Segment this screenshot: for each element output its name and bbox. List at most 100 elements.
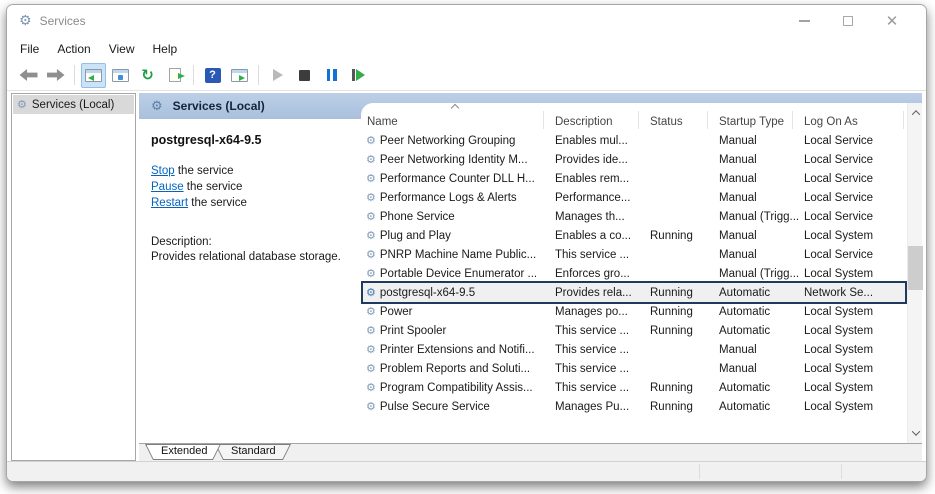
- service-name-cell: ⚙Program Compatibility Assis...: [361, 382, 549, 394]
- properties-button[interactable]: [108, 63, 133, 88]
- column-divider[interactable]: [707, 111, 708, 129]
- service-startup-cell: Automatic: [713, 306, 798, 318]
- restart-service-button[interactable]: [346, 63, 371, 88]
- table-row[interactable]: ⚙postgresql-x64-9.5 Provides rela... Run…: [361, 283, 907, 302]
- column-divider[interactable]: [903, 111, 904, 129]
- service-logon-cell: Local System: [798, 268, 907, 280]
- column-header-startup[interactable]: Startup Type: [713, 116, 784, 128]
- restart-service-link[interactable]: Restart: [151, 197, 188, 209]
- help-button[interactable]: ?: [200, 63, 225, 88]
- table-row[interactable]: ⚙Phone Service Manages th... Manual (Tri…: [361, 207, 907, 226]
- service-startup-cell: Automatic: [713, 382, 798, 394]
- chevron-down-icon: [911, 427, 919, 435]
- service-startup-cell: Manual: [713, 135, 798, 147]
- service-action-links: Stop the service Pause the service Resta…: [151, 163, 351, 211]
- status-bar: [7, 461, 926, 481]
- service-status-cell: Running: [644, 230, 713, 242]
- service-description-cell: This service ...: [549, 382, 644, 394]
- properties-icon: [112, 69, 129, 82]
- menu-action[interactable]: Action: [48, 39, 99, 59]
- back-button[interactable]: [16, 63, 41, 88]
- table-row[interactable]: ⚙Peer Networking Grouping Enables mul...…: [361, 131, 907, 150]
- service-gear-icon: ⚙: [366, 287, 376, 298]
- service-description-cell: This service ...: [549, 344, 644, 356]
- service-gear-icon: ⚙: [366, 249, 376, 260]
- maximize-button[interactable]: [826, 6, 870, 36]
- service-description-cell: Manages Pu...: [549, 401, 644, 413]
- column-divider[interactable]: [638, 111, 639, 129]
- column-header-status[interactable]: Status: [644, 116, 683, 128]
- service-gear-icon: ⚙: [366, 382, 376, 393]
- menu-view[interactable]: View: [100, 39, 144, 59]
- service-gear-icon: ⚙: [366, 363, 376, 374]
- window-controls: ✕: [782, 6, 914, 36]
- window-title: Services: [40, 14, 86, 28]
- pause-service-link[interactable]: Pause: [151, 181, 184, 193]
- tree-item-label: Services (Local): [32, 99, 114, 111]
- menu-help[interactable]: Help: [144, 39, 187, 59]
- service-name-cell: ⚙Performance Logs & Alerts: [361, 192, 549, 204]
- stop-service-line: Stop the service: [151, 163, 351, 179]
- table-row[interactable]: ⚙Power Manages po... Running Automatic L…: [361, 302, 907, 321]
- tab-extended[interactable]: Extended: [145, 444, 221, 460]
- table-row[interactable]: ⚙Problem Reports and Soluti... This serv…: [361, 359, 907, 378]
- table-row[interactable]: ⚙Program Compatibility Assis... This ser…: [361, 378, 907, 397]
- table-row[interactable]: ⚙PNRP Machine Name Public... This servic…: [361, 245, 907, 264]
- description-label: Description:: [151, 235, 351, 250]
- service-name-cell: ⚙Performance Counter DLL H...: [361, 173, 549, 185]
- minimize-button[interactable]: [782, 6, 826, 36]
- table-row[interactable]: ⚙Peer Networking Identity M... Provides …: [361, 150, 907, 169]
- service-startup-cell: Manual (Trigg...: [713, 268, 798, 280]
- table-row[interactable]: ⚙Printer Extensions and Notifi... This s…: [361, 340, 907, 359]
- service-startup-cell: Automatic: [713, 287, 798, 299]
- service-name-cell: ⚙Pulse Secure Service: [361, 401, 549, 413]
- service-gear-icon: ⚙: [366, 401, 376, 412]
- scroll-up-button[interactable]: [908, 105, 923, 121]
- table-row[interactable]: ⚙Portable Device Enumerator ... Enforces…: [361, 264, 907, 283]
- play-icon: [273, 69, 283, 81]
- stop-service-link[interactable]: Stop: [151, 165, 175, 177]
- tab-standard-label: Standard: [215, 444, 291, 459]
- table-row[interactable]: ⚙Performance Logs & Alerts Performance..…: [361, 188, 907, 207]
- services-app-icon: ⚙: [19, 14, 32, 28]
- scroll-down-button[interactable]: [908, 425, 923, 441]
- column-divider[interactable]: [792, 111, 793, 129]
- service-description: Description: Provides relational databas…: [151, 235, 351, 265]
- pause-service-button[interactable]: [319, 63, 344, 88]
- column-header-description[interactable]: Description: [549, 116, 613, 128]
- start-service-button[interactable]: [265, 63, 290, 88]
- service-status-cell: Running: [644, 401, 713, 413]
- table-row[interactable]: ⚙Pulse Secure Service Manages Pu... Runn…: [361, 397, 907, 416]
- menu-file[interactable]: File: [11, 39, 48, 59]
- scrollbar-thumb[interactable]: [908, 246, 923, 290]
- stop-service-button[interactable]: [292, 63, 317, 88]
- table-row[interactable]: ⚙Print Spooler This service ... Running …: [361, 321, 907, 340]
- tree-item-services-local[interactable]: ⚙ Services (Local): [13, 95, 134, 114]
- show-action-pane-button[interactable]: [227, 63, 252, 88]
- service-startup-cell: Manual: [713, 192, 798, 204]
- forward-button[interactable]: [43, 63, 68, 88]
- service-startup-cell: Manual: [713, 344, 798, 356]
- show-console-tree-button[interactable]: [81, 63, 106, 88]
- column-divider[interactable]: [543, 111, 544, 129]
- refresh-button[interactable]: ↻: [135, 63, 160, 88]
- service-name-cell: ⚙Print Spooler: [361, 325, 549, 337]
- restart-icon: [352, 69, 366, 81]
- vertical-scrollbar[interactable]: [907, 103, 922, 443]
- tab-standard[interactable]: Standard: [215, 444, 291, 460]
- column-header-name[interactable]: Name: [361, 116, 398, 128]
- back-arrow-icon: [20, 69, 38, 81]
- menu-bar: File Action View Help: [7, 37, 926, 60]
- table-row[interactable]: ⚙Plug and Play Enables a co... Running M…: [361, 226, 907, 245]
- export-list-button[interactable]: [162, 63, 187, 88]
- service-name-cell: ⚙Phone Service: [361, 211, 549, 223]
- service-startup-cell: Manual: [713, 173, 798, 185]
- restart-service-suffix: the service: [188, 197, 247, 209]
- table-row[interactable]: ⚙Performance Counter DLL H... Enables re…: [361, 169, 907, 188]
- console-tree-icon: [85, 69, 102, 82]
- service-description-cell: Performance...: [549, 192, 644, 204]
- service-startup-cell: Manual: [713, 249, 798, 261]
- pause-service-line: Pause the service: [151, 179, 351, 195]
- column-header-logon[interactable]: Log On As: [798, 116, 858, 128]
- close-button[interactable]: ✕: [870, 6, 914, 36]
